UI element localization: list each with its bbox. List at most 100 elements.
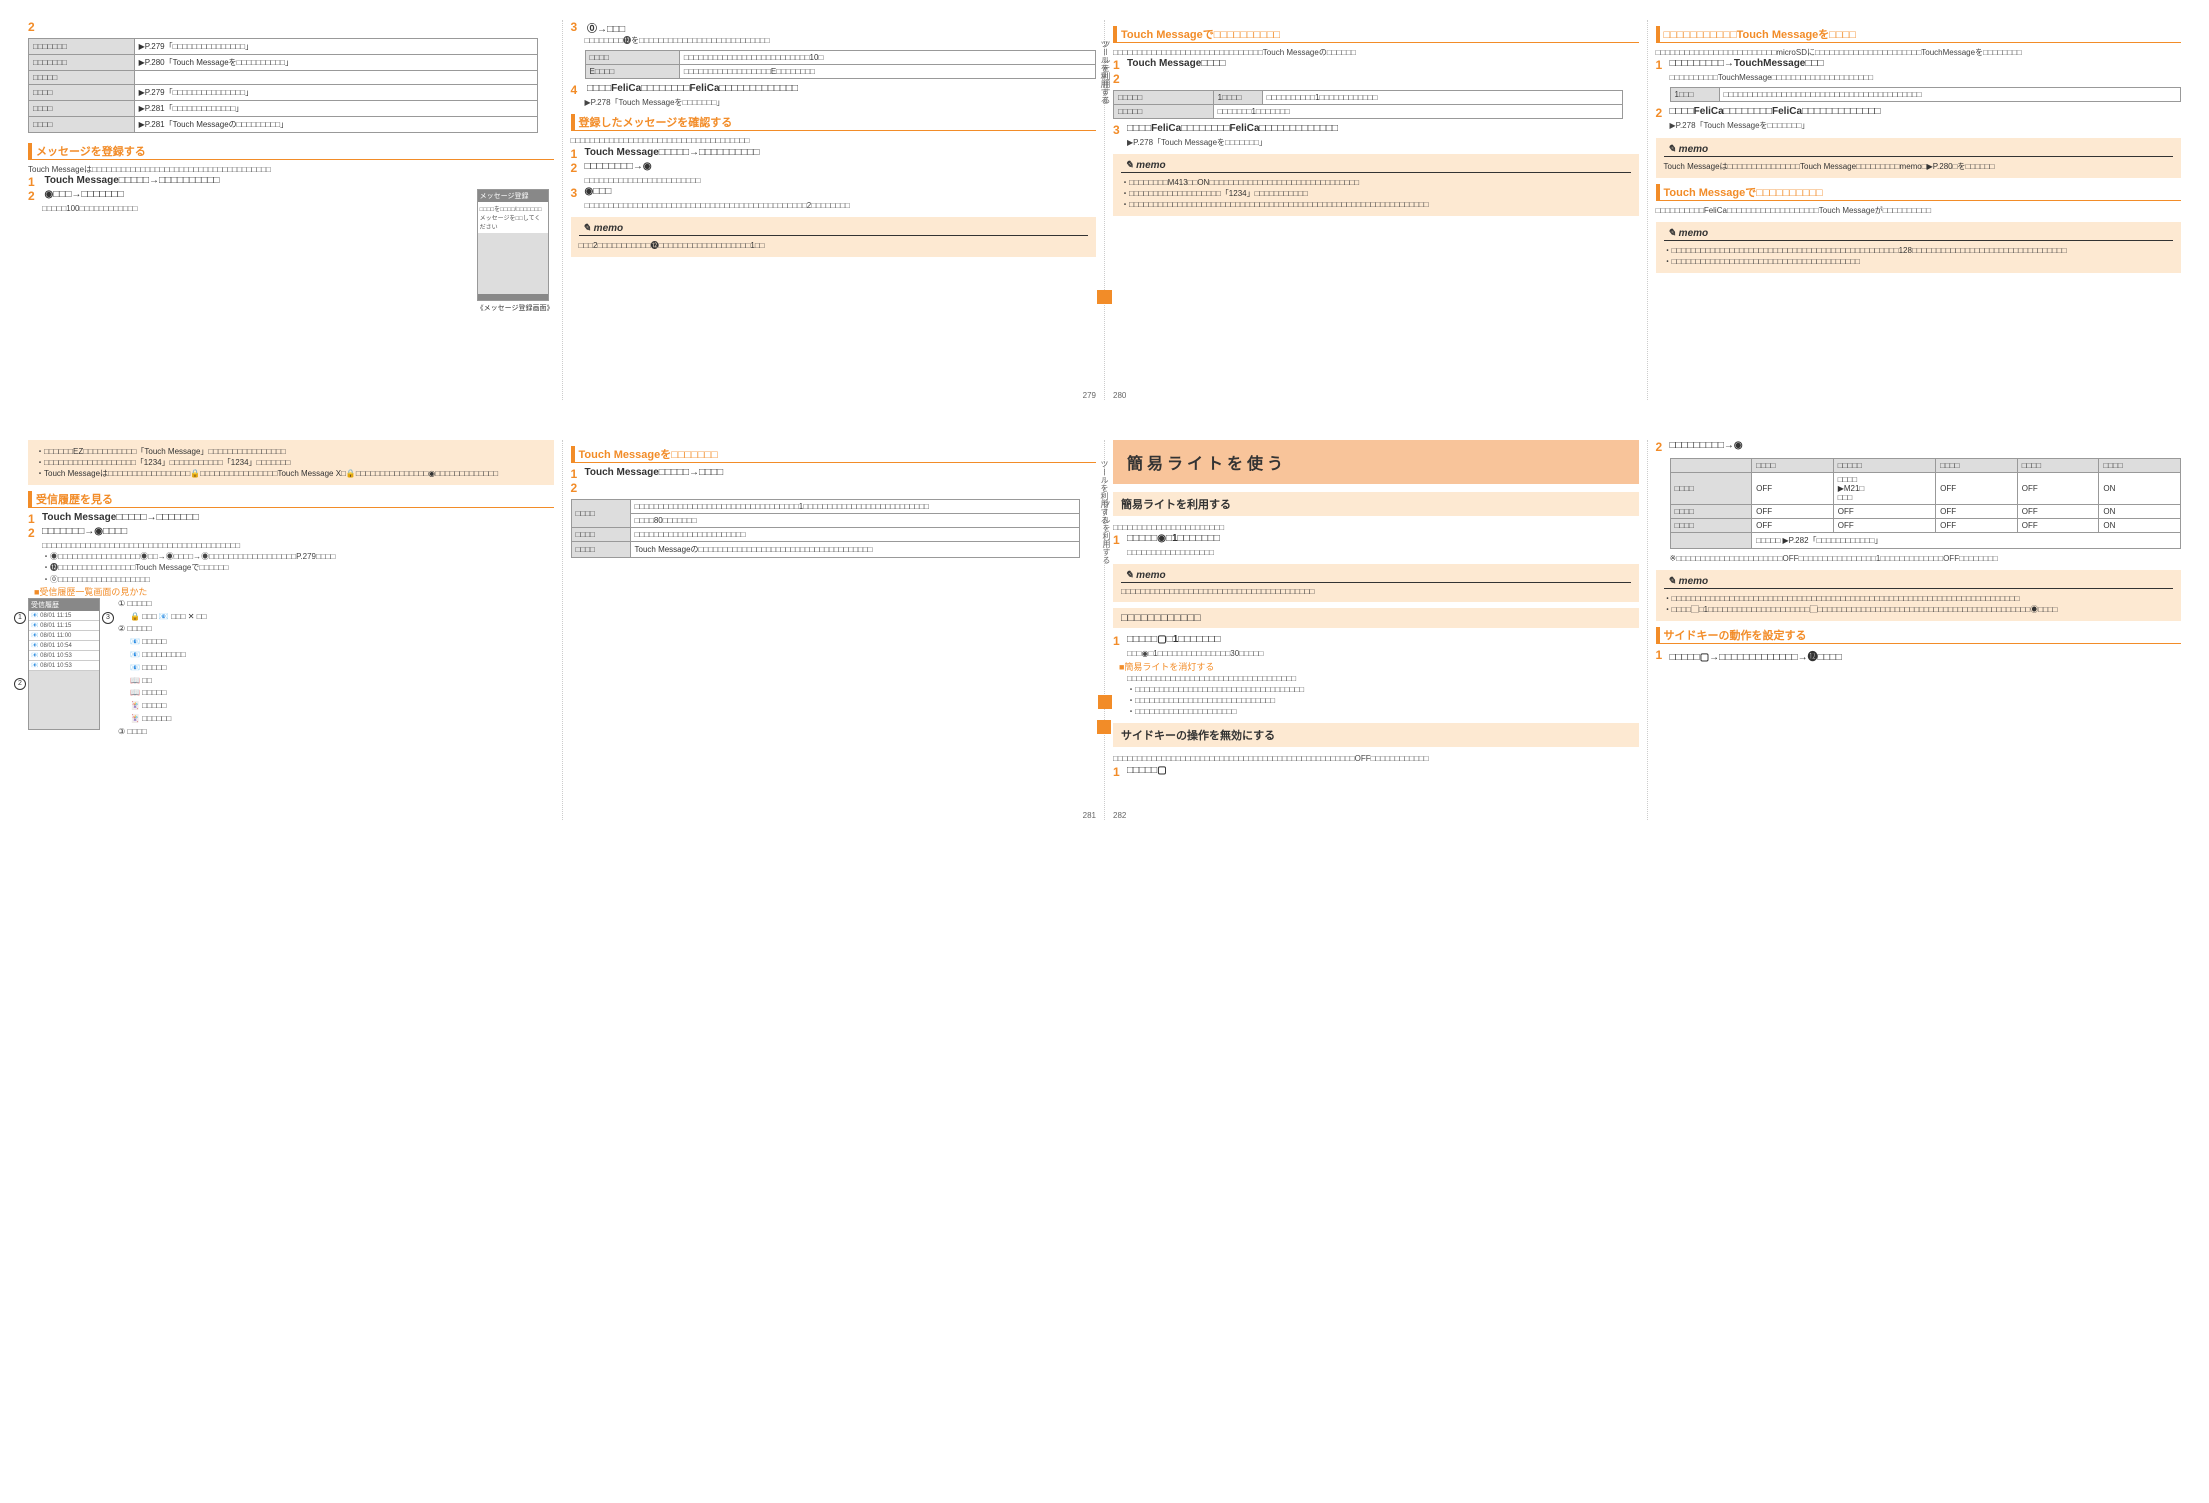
cell: □□□□□□□1□□□□□□□: [1213, 105, 1622, 119]
options-table: □□□□□1□□□□□□□□□□□□□□1□□□□□□□□□□□□ □□□□□□…: [1113, 90, 1623, 119]
step-text: □□□□□□□□□→◉: [1670, 440, 1743, 451]
legend-row: 受信履歴 📧 08/01 11:15 📧 08/01 11:15 📧 08/01…: [28, 598, 554, 739]
cell: □□□□□: [1833, 459, 1935, 473]
step-text: □□□□FeliCa□□□□□□□□FeliCa□□□□□□□□□□□□□: [587, 83, 798, 94]
phone-screenshot: 受信履歴 📧 08/01 11:15 📧 08/01 11:15 📧 08/01…: [28, 598, 100, 730]
cell: □□□□: [585, 51, 679, 65]
page-282-right: 2□□□□□□□□□→◉ □□□□ □□□□□ □□□□ □□□□ □□□□ □…: [1648, 440, 2190, 820]
cell: ▶P.279「□□□□□□□□□□□□□□□」: [134, 39, 537, 55]
memo-box: memo □□□2□□□□□□□□□□□⓬□□□□□□□□□□□□□□□□□□□…: [571, 217, 1097, 257]
cell: □□□□: [571, 500, 630, 528]
page-280-right: □□□□□□□□□□□Touch Messageを□□□□ □□□□□□□□□□…: [1648, 20, 2190, 400]
memo-box: ・□□□□□□EZ□□□□□□□□□□□「Touch Message」□□□□□…: [28, 440, 554, 485]
cell: □□□□□ ▶P.282「□□□□□□□□□□□□」: [1752, 533, 2181, 549]
page-number: 279: [1083, 391, 1096, 400]
cell: □□□□ ▶M21□ □□□: [1833, 473, 1935, 505]
page-281-right: Touch Messageを□□□□□□□ 1Touch Message□□□□…: [563, 440, 1106, 820]
step-row: 4 □□□□FeliCa□□□□□□□□FeliCa□□□□□□□□□□□□□: [571, 83, 1097, 97]
screenshot-body: □□□□を□□□□/□□□□□□□メッセージを□□してください: [478, 202, 548, 233]
step-number: 2: [1656, 440, 1670, 454]
spread-279-280: 2 □□□□□□□▶P.279「□□□□□□□□□□□□□□□」 □□□□□□□…: [20, 20, 2189, 400]
step-text: □□□□□□□□→◉: [585, 161, 652, 172]
cell: □□□□80□□□□□□□: [630, 514, 1080, 528]
cell: □□□□□□□□□□□□□□□□□□□□□□□□□□□□□□□□□□1□□□□□…: [630, 500, 1080, 514]
section-banner: 簡易ライトを利用する: [1113, 492, 1639, 516]
step-note: □□□□□□□□□□□□□□□□□□: [1113, 547, 1639, 558]
cell: □□□□□□□□□□□□□□□□□□□□□□□□□□10□: [679, 51, 1095, 65]
step-number: 1: [28, 175, 42, 189]
cell: □□□□□□□: [29, 55, 135, 71]
memo-content: Touch Messageは□□□□□□□□□□□□□□□Touch Messa…: [1664, 161, 2174, 172]
cell: OFF: [1833, 505, 1935, 519]
page-282-left: ツールを利用する 簡易ライトを使う 簡易ライトを利用する □□□□□□□□□□□…: [1105, 440, 1648, 820]
page-number: 280: [1113, 391, 1126, 400]
section-header: サイドキーの動作を設定する: [1656, 627, 2182, 644]
sub-heading: ■簡易ライトを消灯する: [1113, 660, 1639, 673]
cell: ▶P.281「□□□□□□□□□□□□□」: [134, 101, 537, 117]
section-header: 受信履歴を見る: [28, 491, 554, 508]
options-table: □□□□□□□▶P.279「□□□□□□□□□□□□□□□」 □□□□□□□▶P…: [28, 38, 538, 133]
cell: ON: [2099, 505, 2181, 519]
intro-text: □□□□□□□□□□□□□□□□□□□□□□□□□□□□□□□□□□□□□□□□…: [1113, 753, 1639, 764]
step-text: Touch Message□□□□□→□□□□□□□□□□: [45, 175, 220, 186]
cell: ▶P.279「□□□□□□□□□□□□□□□」: [134, 85, 537, 101]
step-number: 2: [571, 481, 585, 495]
step-text: □□□□□□□□□→TouchMessage□□□: [1670, 58, 1824, 69]
step-number: 2: [28, 526, 42, 540]
step-number: 4: [571, 83, 585, 97]
sub-heading: ■受信履歴一覧画面の見かた: [28, 585, 554, 598]
page-279-left: 2 □□□□□□□▶P.279「□□□□□□□□□□□□□□□」 □□□□□□□…: [20, 20, 563, 400]
cell: □□□□: [29, 117, 135, 133]
cell: □□□□□□□□□□□□□□□□□□□□□□□: [630, 528, 1080, 542]
memo-box: memo ・□□□□□□□□□□□□□□□□□□□□□□□□□□□□□□□□□□…: [1656, 222, 2182, 273]
page-number: 281: [1083, 811, 1096, 820]
intro-text: □□□□□□□□□□□□□□□□□□□□□□□□□□□□□□□□□□□□□: [571, 135, 1097, 146]
cell: 1□□□□: [1213, 91, 1262, 105]
cell: ▶P.280「Touch Messageを□□□□□□□□□□」: [134, 55, 537, 71]
memo-label: memo: [1664, 144, 2174, 157]
memo-label: memo: [1664, 576, 2174, 589]
cell: □□□□: [1936, 459, 2018, 473]
section-header: Touch Messageを□□□□□□□: [571, 446, 1097, 463]
cell: □□□□: [1670, 519, 1752, 533]
section-banner: □□□□□□□□□□□□: [1113, 608, 1639, 628]
legend-list: ① □□□□□ 🔒 □□□ 📧 □□□ ✕ □□ ② □□□□□ 📧 □□□□□…: [106, 598, 206, 739]
cell: □□□□□: [29, 71, 135, 85]
section-header: Touch Messageで□□□□□□□□□□: [1113, 26, 1639, 43]
options-table: □□□□□□□□□□□□□□□□□□□□□□□□□□□□□□□□□□□□□□1□…: [571, 499, 1081, 558]
step-text: □□□□□▢□1□□□□□□□: [1127, 634, 1221, 645]
intro-text: □□□□□□□□□□FeliCa□□□□□□□□□□□□□□□□□□□Touch…: [1656, 205, 2182, 216]
cell: □□□□□: [1114, 105, 1214, 119]
memo-box: memo Touch Messageは□□□□□□□□□□□□□□□Touch …: [1656, 138, 2182, 178]
thumb-tab-icon: [1097, 720, 1111, 734]
cell: □□□□: [571, 542, 630, 558]
cell: □□□□: [1752, 459, 1834, 473]
memo-box: memo ・□□□□□□□□□□□□□□□□□□□□□□□□□□□□□□□□□□…: [1656, 570, 2182, 621]
callout-marker: 2: [14, 678, 26, 690]
cell: [134, 71, 537, 85]
cell: OFF: [2017, 473, 2099, 505]
screenshot-body: 📧 08/01 11:15 📧 08/01 11:15 📧 08/01 11:0…: [29, 611, 99, 671]
step-note: ▶P.278「Touch Messageを□□□□□□□」: [1656, 120, 2182, 131]
step-number: 3: [571, 186, 585, 200]
cell: E□□□□: [585, 65, 679, 79]
cell: □□□□□□□□□□1□□□□□□□□□□□□: [1262, 91, 1622, 105]
step-number: 2: [1113, 72, 1127, 86]
memo-box: memo □□□□□□□□□□□□□□□□□□□□□□□□□□□□□□□□□□□…: [1113, 564, 1639, 602]
screenshot-titlebar: 受信履歴: [29, 599, 99, 611]
thumb-tab-icon: [1097, 290, 1111, 304]
step-number: 1: [1113, 533, 1127, 547]
cell: Touch Messageの□□□□□□□□□□□□□□□□□□□□□□□□□□…: [630, 542, 1080, 558]
step-note: □□□□□□□□□□□□□□□□□□□□□□□□□□□□□□□□□□□□□□□□…: [571, 200, 1097, 211]
step-number: 1: [1113, 58, 1127, 72]
step-note: ▶P.278「Touch Messageを□□□□□□□」: [571, 97, 1097, 108]
cell: ON: [2099, 473, 2181, 505]
cell: □□□□□□□□□□□□□□□□□□E□□□□□□□□: [679, 65, 1095, 79]
step-number: 3: [571, 20, 585, 34]
memo-content: ・□□□□□□□□M413□□ON□□□□□□□□□□□□□□□□□□□□□□□…: [1121, 177, 1631, 210]
page-280-left: ツールを利用する Touch Messageで□□□□□□□□□□ □□□□□□…: [1105, 20, 1648, 400]
memo-content: ・□□□□□□□□□□□□□□□□□□□□□□□□□□□□□□□□□□□□□□□…: [1664, 245, 2174, 267]
step-note: □□□□□□□□⓬を□□□□□□□□□□□□□□□□□□□□□□□□□□□: [571, 35, 1097, 46]
step-row: 3 ⓪→□□□: [571, 20, 1097, 35]
legend-item: ① □□□□□: [118, 598, 206, 611]
